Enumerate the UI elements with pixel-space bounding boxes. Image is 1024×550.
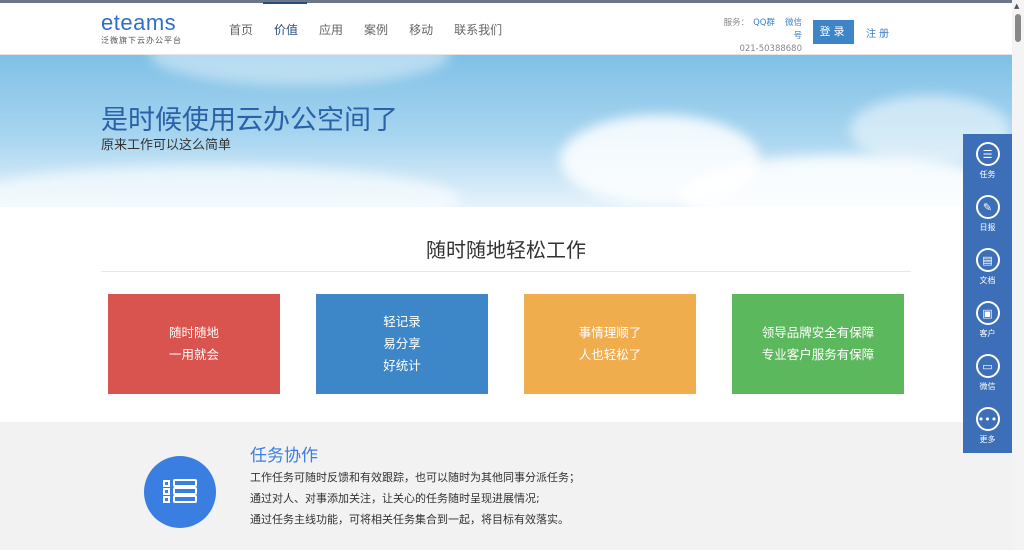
side-label: 客户 — [979, 329, 996, 338]
chat-icon: ▭ — [975, 354, 1000, 378]
qq-group-link[interactable]: QQ群 — [753, 18, 775, 28]
contact-icon: ▣ — [975, 301, 1000, 325]
service-label: 服务： — [723, 18, 750, 28]
service-info: 服务： QQ群 微信号 021-50388680 — [716, 17, 802, 56]
side-item-daily-report[interactable]: ✎ 日报 — [963, 187, 1012, 240]
card-line: 好统计 — [383, 358, 421, 373]
card-line: 随时随地 — [168, 325, 219, 340]
feature-title: 任务协作 — [250, 446, 318, 466]
nav-value[interactable]: 价值 — [274, 21, 298, 38]
nav-home[interactable]: 首页 — [229, 21, 253, 38]
card-line: 易分享 — [383, 336, 421, 351]
feature-card-security: 领导品牌安全有保障 专业客户服务有保障 — [732, 294, 904, 394]
logo-text: eteams — [101, 10, 177, 35]
card-line: 专业客户服务有保障 — [761, 347, 875, 362]
header: eteams 泛微旗下云办公平台 首页 价值 应用 案例 移动 联系我们 服务：… — [0, 2, 1012, 56]
side-label: 更多 — [979, 435, 996, 444]
scrollbar[interactable]: ▲ — [1012, 0, 1024, 550]
card-line: 领导品牌安全有保障 — [761, 325, 875, 340]
side-toolbar: ☰ 任务 ✎ 日报 ▤ 文档 ▣ 客户 ▭ 微信 ••• 更多 — [963, 134, 1012, 453]
side-item-wechat[interactable]: ▭ 微信 — [963, 346, 1012, 399]
nav-cases[interactable]: 案例 — [364, 21, 388, 38]
section-title: 随时随地轻松工作 — [426, 238, 586, 262]
scroll-up-arrow-icon[interactable]: ▲ — [1014, 2, 1019, 10]
feature-description: 工作任务可随时反馈和有效跟踪，也可以随时为其他同事分派任务； 通过对人、对事添加… — [250, 467, 580, 530]
register-link[interactable]: 注册 — [866, 25, 892, 40]
feature-line: 工作任务可随时反馈和有效跟踪，也可以随时为其他同事分派任务； — [250, 471, 580, 484]
card-line: 人也轻松了 — [578, 347, 642, 362]
side-label: 文档 — [979, 276, 996, 285]
divider — [101, 271, 911, 272]
hero-title: 是时候使用云办公空间了 — [101, 105, 398, 136]
side-item-task[interactable]: ☰ 任务 — [963, 134, 1012, 187]
card-line: 一用就会 — [168, 347, 219, 362]
feature-card-record: 轻记录 易分享 好统计 — [316, 294, 488, 394]
scrollbar-thumb[interactable] — [1015, 14, 1021, 42]
side-item-more[interactable]: ••• 更多 — [963, 399, 1012, 452]
more-icon: ••• — [975, 407, 1000, 431]
feature-card-easy: 事情理顺了 人也轻松了 — [524, 294, 696, 394]
hero-subtitle: 原来工作可以这么简单 — [101, 138, 232, 153]
active-nav-indicator — [263, 2, 307, 4]
side-label: 微信 — [979, 382, 996, 391]
logo-subtitle: 泛微旗下云办公平台 — [101, 36, 182, 45]
feature-card-anywhere: 随时随地 一用就会 — [108, 294, 280, 394]
edit-icon: ✎ — [975, 195, 1000, 219]
list-icon: ☰ — [975, 142, 1000, 166]
side-item-customers[interactable]: ▣ 客户 — [963, 293, 1012, 346]
hero-banner: 是时候使用云办公空间了 原来工作可以这么简单 — [0, 55, 1012, 207]
nav-contact[interactable]: 联系我们 — [454, 21, 502, 38]
feature-line: 通过对人、对事添加关注，让关心的任务随时呈现进展情况; — [250, 492, 540, 505]
card-line: 事情理顺了 — [578, 325, 642, 340]
feature-line: 通过任务主线功能，可将相关任务集合到一起，将目标有效落实。 — [250, 513, 569, 526]
nav-apps[interactable]: 应用 — [319, 21, 343, 38]
side-label: 日报 — [979, 223, 996, 232]
logo[interactable]: eteams 泛微旗下云办公平台 — [101, 12, 182, 46]
main-nav: 首页 价值 应用 案例 移动 联系我们 — [229, 21, 502, 38]
side-label: 任务 — [979, 170, 996, 179]
wechat-link[interactable]: 微信号 — [785, 18, 802, 41]
side-item-documents[interactable]: ▤ 文档 — [963, 240, 1012, 293]
card-line: 轻记录 — [383, 314, 421, 329]
task-list-icon — [144, 456, 216, 528]
login-button[interactable]: 登录 — [813, 20, 854, 44]
nav-mobile[interactable]: 移动 — [409, 21, 433, 38]
document-icon: ▤ — [975, 248, 1000, 272]
